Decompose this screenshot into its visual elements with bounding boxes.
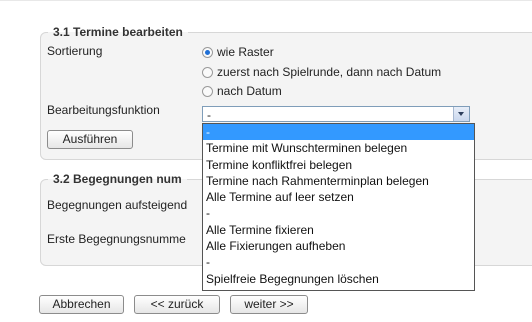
dropdown-option[interactable]: Termine nach Rahmenterminplan belegen [203, 173, 474, 189]
top-divider [0, 0, 532, 1]
sort-label: Sortierung [47, 44, 103, 58]
dropdown-option[interactable]: - [203, 205, 474, 221]
dropdown-option[interactable]: Alle Termine auf leer setzen [203, 189, 474, 205]
function-label: Bearbeitungsfunktion [47, 103, 160, 117]
dropdown-option[interactable]: - [203, 254, 474, 270]
dropdown-option[interactable]: Alle Fixierungen aufheben [203, 238, 474, 254]
erste-begegnungsnummer-label: Erste Begegnungsnumme [47, 232, 186, 246]
dropdown-arrow-icon[interactable] [453, 107, 469, 121]
function-dropdown-list[interactable]: - Termine mit Wunschterminen belegen Ter… [202, 123, 475, 291]
cancel-button[interactable]: Abbrechen [39, 295, 124, 314]
execute-button[interactable]: Ausführen [47, 130, 133, 149]
section-title: 3.1 Termine bearbeiten [53, 25, 183, 39]
radio-unchecked-icon[interactable] [202, 66, 213, 78]
radio-sort-wie-raster[interactable]: wie Raster [202, 45, 274, 59]
dropdown-option[interactable]: Termine mit Wunschterminen belegen [203, 140, 474, 156]
radio-label[interactable]: wie Raster [217, 45, 274, 59]
back-button[interactable]: << zurück [134, 295, 220, 314]
radio-label[interactable]: zuerst nach Spielrunde, dann nach Datum [217, 65, 441, 79]
dropdown-option[interactable]: Spielfreie Begegnungen löschen [203, 271, 474, 287]
dropdown-option[interactable]: Alle Termine fixieren [203, 222, 474, 238]
radio-unchecked-icon[interactable] [202, 85, 213, 97]
radio-sort-datum[interactable]: nach Datum [202, 84, 282, 98]
radio-label[interactable]: nach Datum [217, 84, 282, 98]
radio-sort-spielrunde-datum[interactable]: zuerst nach Spielrunde, dann nach Datum [202, 65, 441, 79]
begegnungen-aufsteigend-label: Begegnungen aufsteigend [47, 198, 188, 212]
select-value: - [207, 108, 211, 122]
dropdown-option[interactable]: - [203, 124, 474, 141]
function-select[interactable]: - [202, 106, 470, 122]
dropdown-option[interactable]: Termine konfliktfrei belegen [203, 157, 474, 173]
next-button[interactable]: weiter >> [230, 295, 308, 314]
radio-checked-icon[interactable] [202, 46, 213, 58]
section-title: 3.2 Begegnungen num [53, 172, 182, 186]
